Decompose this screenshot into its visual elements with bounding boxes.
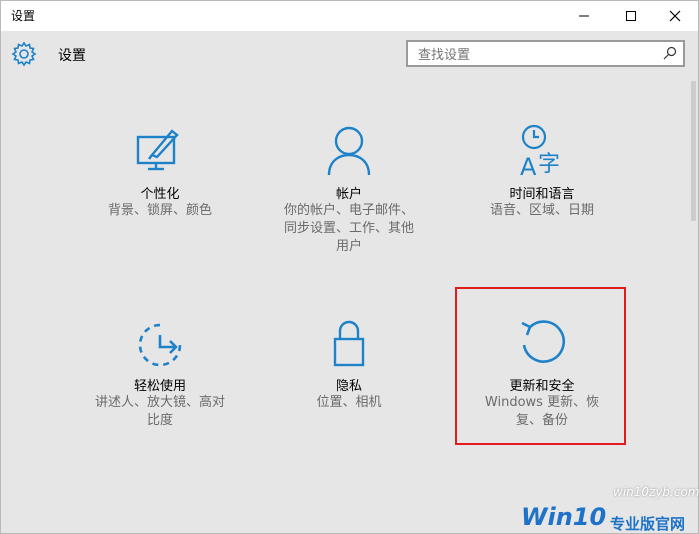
- tile-accounts[interactable]: 帐户 你的帐户、电子邮件、 同步设置、工作、其他 用户: [259, 123, 439, 263]
- scrollbar-thumb[interactable]: [691, 81, 696, 221]
- tile-time-language-name: 时间和语言: [509, 187, 575, 202]
- desc-line: 位置、相机: [316, 395, 382, 410]
- svg-text:字: 字: [538, 152, 560, 177]
- desc-line: 用户: [335, 239, 362, 254]
- gear-icon: [11, 41, 37, 67]
- close-button[interactable]: [652, 1, 698, 31]
- tile-time-language[interactable]: A 字 时间和语言 语音、区域、日期: [452, 123, 632, 223]
- window-title: 设置: [11, 9, 36, 23]
- tile-time-language-desc: 语音、区域、日期: [452, 202, 632, 220]
- highlight-box: [455, 287, 626, 445]
- ease-of-access-icon: [138, 323, 182, 367]
- tile-ease-of-access-desc: 讲述人、放大镜、高对 比度: [70, 394, 250, 430]
- settings-window: 设置 设置 查找设置 个性化 背景、锁屏、颜色 帐户 你的帐户、电子邮件、 同步…: [0, 0, 699, 534]
- maximize-button[interactable]: [608, 1, 654, 31]
- tile-personalization-desc: 背景、锁屏、颜色: [70, 202, 250, 220]
- title-bar: 设置: [1, 1, 698, 31]
- desc-line: 语音、区域、日期: [489, 203, 594, 218]
- search-icon[interactable]: [663, 46, 677, 60]
- search-input[interactable]: [416, 45, 650, 65]
- account-icon: [327, 126, 371, 176]
- page-title: 设置: [58, 48, 86, 64]
- privacy-lock-icon: [333, 320, 365, 367]
- tile-privacy-name: 隐私: [335, 379, 362, 394]
- tile-personalization[interactable]: 个性化 背景、锁屏、颜色: [70, 123, 250, 223]
- tile-ease-of-access[interactable]: 轻松使用 讲述人、放大镜、高对 比度: [70, 317, 250, 437]
- time-language-icon: A 字: [520, 124, 560, 179]
- desc-line: 比度: [146, 413, 173, 428]
- scrollbar[interactable]: [689, 77, 698, 227]
- desc-line: 同步设置、工作、其他: [283, 221, 414, 236]
- personalization-icon: [136, 129, 179, 171]
- tile-ease-of-access-name: 轻松使用: [133, 379, 186, 394]
- watermark-brand: Win10: [521, 503, 607, 531]
- desc-line: 讲述人、放大镜、高对: [94, 395, 225, 410]
- minimize-button[interactable]: [561, 1, 607, 31]
- minimize-icon: [579, 15, 589, 17]
- desc-line: 背景、锁屏、颜色: [107, 203, 212, 218]
- tile-privacy-desc: 位置、相机: [259, 394, 439, 412]
- tile-accounts-name: 帐户: [335, 187, 362, 202]
- close-icon: [669, 10, 681, 22]
- desc-line: 你的帐户、电子邮件、: [283, 203, 414, 218]
- watermark-brand-cn: 专业版官网: [610, 515, 686, 533]
- search-box[interactable]: [406, 40, 685, 67]
- tile-privacy[interactable]: 隐私 位置、相机: [259, 317, 439, 417]
- svg-text:A: A: [520, 153, 537, 179]
- tile-accounts-desc: 你的帐户、电子邮件、 同步设置、工作、其他 用户: [259, 202, 439, 256]
- watermark-url: win10zyb.com: [613, 485, 699, 499]
- tile-personalization-name: 个性化: [140, 187, 180, 202]
- maximize-icon: [626, 11, 636, 21]
